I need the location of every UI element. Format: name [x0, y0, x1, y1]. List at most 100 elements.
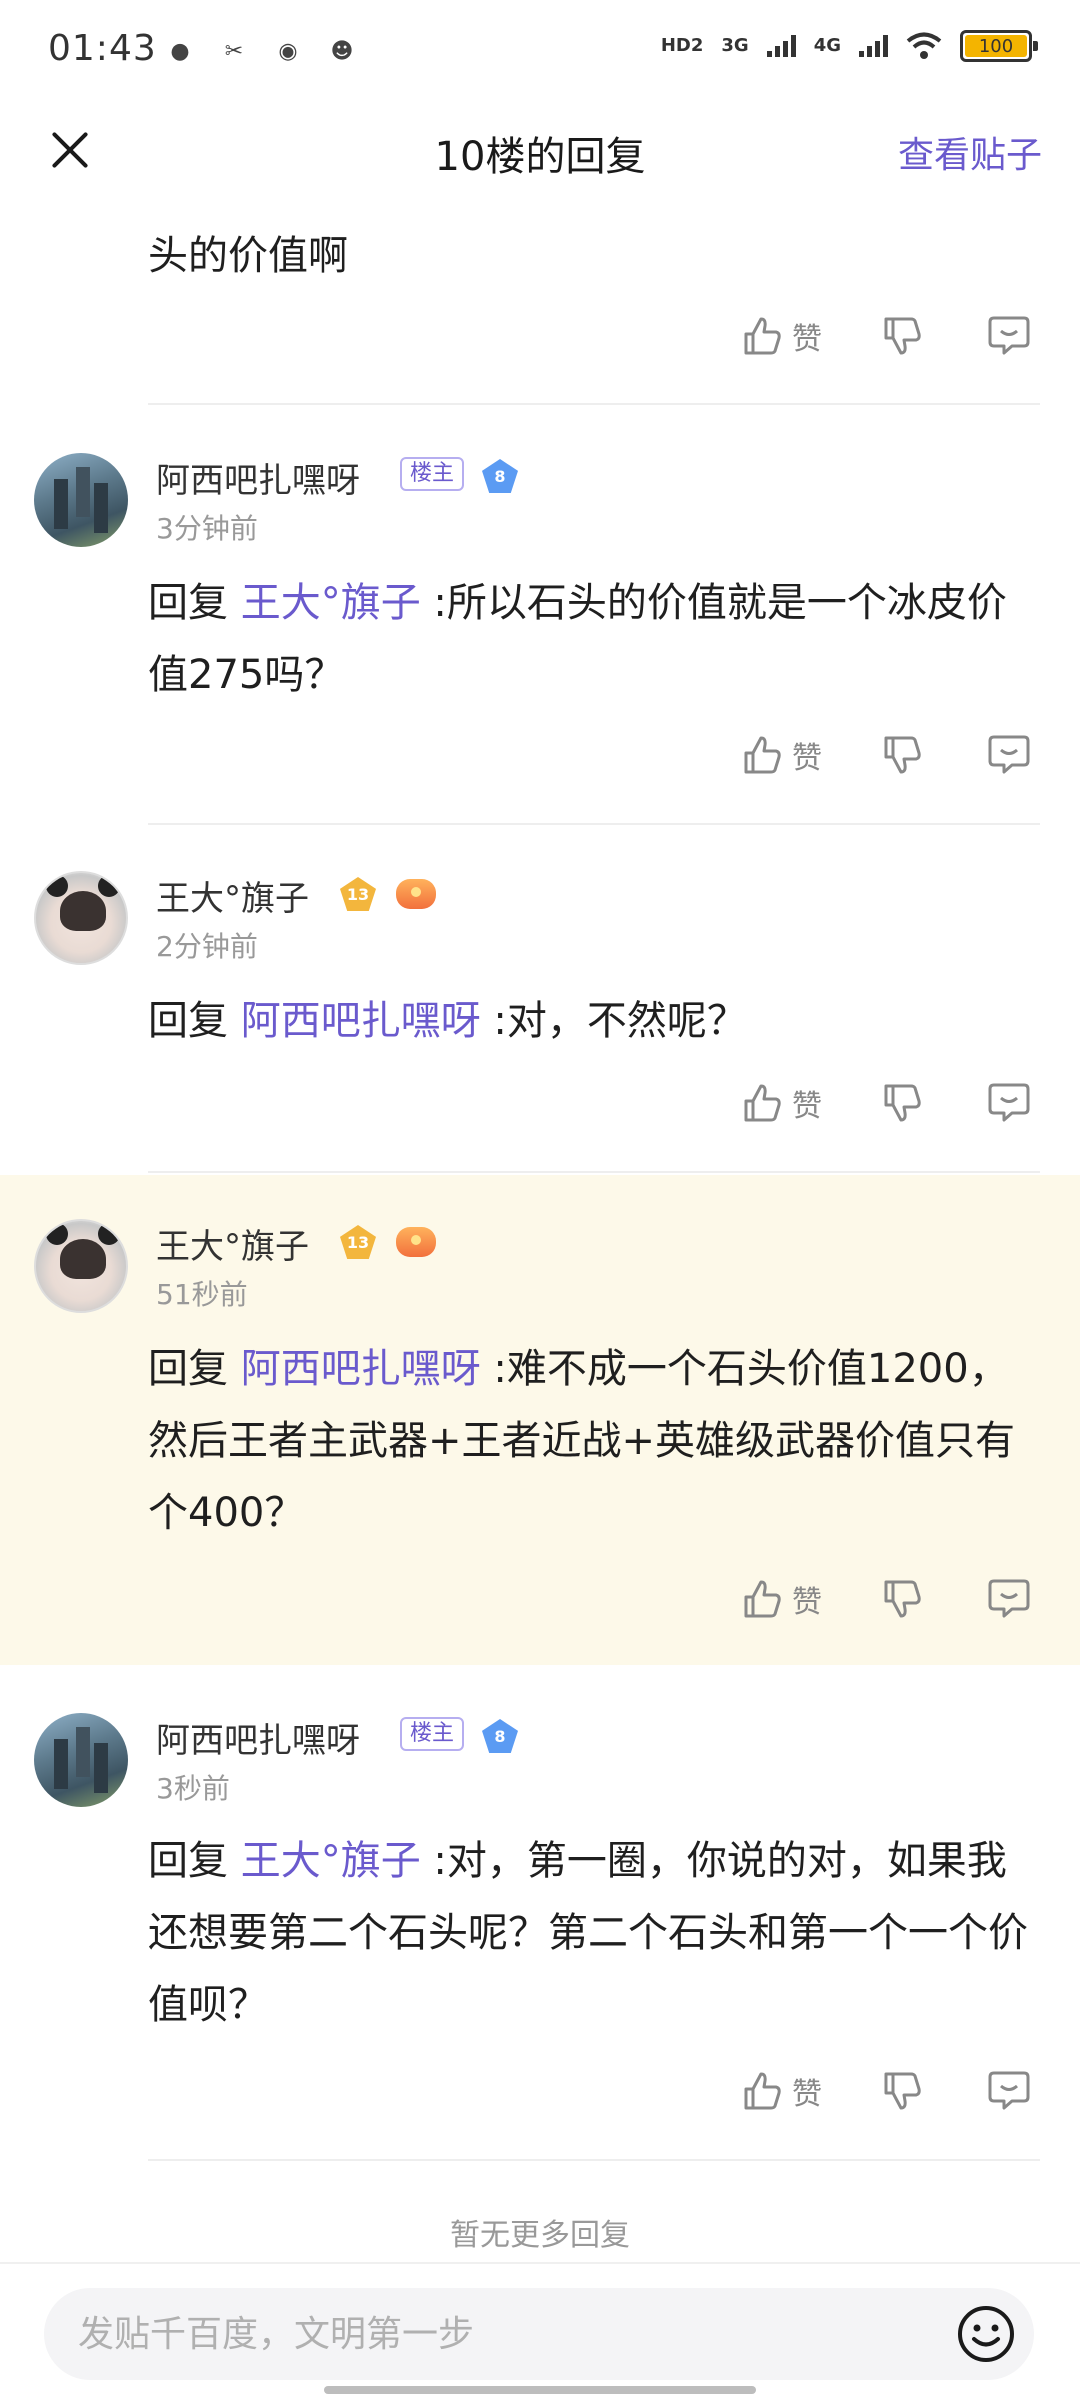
timestamp: 3分钟前 [156, 512, 258, 545]
level-badge: 13 [340, 1225, 376, 1259]
game-badge-icon [396, 1227, 436, 1257]
network-4g-label: 4G [813, 35, 841, 56]
home-indicator[interactable] [324, 2386, 756, 2394]
mention-link[interactable]: 阿西吧扎嘿呀 [241, 1346, 481, 1392]
reply-input-bar [0, 2262, 1080, 2400]
comment-actions: 赞 [740, 1075, 1040, 1135]
list-item-highlighted[interactable]: 王大°旗子 13 51秒前 回复 阿西吧扎嘿呀 :难不成一个石头价值1200，然… [0, 1175, 1080, 1665]
reply-button[interactable] [986, 1079, 1032, 1129]
mention-link[interactable]: 阿西吧扎嘿呀 [241, 998, 481, 1044]
like-button[interactable]: 赞 [740, 2069, 822, 2113]
no-more-replies: 暂无更多回复 [450, 2218, 630, 2253]
emoji-button[interactable] [956, 2304, 1016, 2364]
like-button[interactable]: 赞 [740, 733, 822, 777]
comment-text: 回复 王大°旗子 :对，第一圈，你说的对，如果我还想要第二个石头呢？第二个石头和… [148, 1825, 1038, 2041]
thumbs-up-icon [744, 1084, 781, 1122]
reply-bubble-icon [988, 1083, 1030, 1122]
reply-button[interactable] [986, 312, 1032, 362]
reply-prefix: 回复 [148, 580, 241, 626]
thumbs-down-icon [884, 2072, 921, 2110]
list-item[interactable]: 阿西吧扎嘿呀 楼主 8 3分钟前 回复 王大°旗子 :所以石头的价值就是一个冰皮… [0, 405, 1080, 825]
reply-button[interactable] [986, 2067, 1032, 2117]
view-post-link[interactable]: 查看贴子 [898, 126, 1042, 178]
thumbs-down-icon [884, 317, 921, 355]
comment-actions: 赞 [740, 2063, 1040, 2123]
post-input[interactable] [44, 2288, 1034, 2380]
signal-3g-icon [766, 35, 796, 57]
username[interactable]: 王大°旗子 [156, 871, 309, 920]
reply-bubble-icon [988, 1579, 1030, 1618]
like-label: 赞 [792, 741, 822, 776]
network-3g-label: 3G [721, 35, 749, 56]
thumbs-down-icon [884, 736, 921, 774]
timestamp: 2分钟前 [156, 930, 258, 963]
signal-4g-icon [859, 35, 888, 57]
comment-actions: 赞 [740, 1571, 1040, 1631]
username[interactable]: 阿西吧扎嘿呀 [156, 1713, 360, 1762]
comment-text: 回复 阿西吧扎嘿呀 :对，不然呢？ [148, 985, 1038, 1057]
game-app-icon: ☻ [330, 38, 354, 64]
avatar[interactable] [34, 453, 128, 547]
dislike-button[interactable] [880, 733, 924, 781]
avatar[interactable] [34, 1713, 128, 1807]
thumbs-up-icon [744, 317, 781, 355]
like-button[interactable]: 赞 [740, 314, 822, 358]
reply-prefix: 回复 [148, 998, 241, 1044]
comment-text: 回复 王大°旗子 :所以石头的价值就是一个冰皮价值275吗？ [148, 567, 1038, 711]
mention-link[interactable]: 王大°旗子 [241, 1838, 421, 1884]
reply-prefix: 回复 [148, 1838, 241, 1884]
thumbs-up-icon [744, 1580, 781, 1618]
notification-icons: ● ✂ ◉ ☻ [165, 36, 357, 66]
like-button[interactable]: 赞 [740, 1081, 822, 1125]
timestamp: 51秒前 [156, 1278, 248, 1311]
scissors-app-icon: ✂ [224, 38, 244, 64]
comment-actions: 赞 [740, 727, 1040, 787]
like-label: 赞 [792, 2077, 822, 2112]
dislike-button[interactable] [880, 2069, 924, 2117]
reply-prefix: 回复 [148, 1346, 241, 1392]
avatar[interactable] [34, 1219, 128, 1313]
thumbs-up-icon [744, 2072, 781, 2110]
hotspot-icon: ◉ [278, 38, 298, 64]
thumbs-down-icon [884, 1580, 921, 1618]
level-badge: 8 [482, 1719, 518, 1753]
reply-bubble-icon [988, 2071, 1030, 2110]
level-badge: 8 [482, 459, 518, 493]
timestamp: 3秒前 [156, 1772, 230, 1805]
divider [148, 1171, 1040, 1173]
battery-level: 100 [965, 35, 1027, 57]
username[interactable]: 阿西吧扎嘿呀 [156, 453, 360, 502]
hd-icon: HD2 [660, 35, 704, 56]
dislike-button[interactable] [880, 314, 924, 362]
like-label: 赞 [792, 1585, 822, 1620]
like-button[interactable]: 赞 [740, 1577, 822, 1621]
emoji-icon [958, 2306, 1014, 2362]
avatar[interactable] [34, 871, 128, 965]
list-item[interactable]: 王大°旗子 13 2分钟前 回复 阿西吧扎嘿呀 :对，不然呢？ 赞 [0, 825, 1080, 1173]
reply-button[interactable] [986, 1575, 1032, 1625]
like-label: 赞 [792, 322, 822, 357]
notification-app-icon: ● [170, 38, 190, 64]
owner-badge: 楼主 [400, 1717, 465, 1752]
dislike-button[interactable] [880, 1577, 924, 1625]
mention-link[interactable]: 王大°旗子 [241, 580, 421, 626]
game-badge-icon [396, 879, 436, 909]
system-icons: HD2 3G 4G 100 [660, 30, 1038, 62]
reply-button[interactable] [986, 731, 1032, 781]
username[interactable]: 王大°旗子 [156, 1219, 309, 1268]
reply-bubble-icon [988, 735, 1030, 774]
battery-icon: 100 [960, 30, 1038, 62]
comment-text: 头的价值啊 [148, 233, 348, 279]
dislike-button[interactable] [880, 1081, 924, 1129]
list-item[interactable]: 头的价值啊 赞 [0, 200, 1080, 405]
wifi-icon [906, 32, 942, 59]
like-label: 赞 [792, 1089, 822, 1124]
thumbs-down-icon [884, 1084, 921, 1122]
page-header: 10楼的回复 查看贴子 [0, 100, 1080, 200]
comment-text: 回复 阿西吧扎嘿呀 :难不成一个石头价值1200，然后王者主武器+王者近战+英雄… [148, 1333, 1038, 1549]
status-bar: 01:43 ● ✂ ◉ ☻ HD2 3G 4G 100 [0, 0, 1080, 100]
owner-badge: 楼主 [400, 457, 465, 492]
divider [148, 2159, 1040, 2161]
comment-actions: 赞 [740, 308, 1040, 368]
list-item[interactable]: 阿西吧扎嘿呀 楼主 8 3秒前 回复 王大°旗子 :对，第一圈，你说的对，如果我… [0, 1665, 1080, 2165]
